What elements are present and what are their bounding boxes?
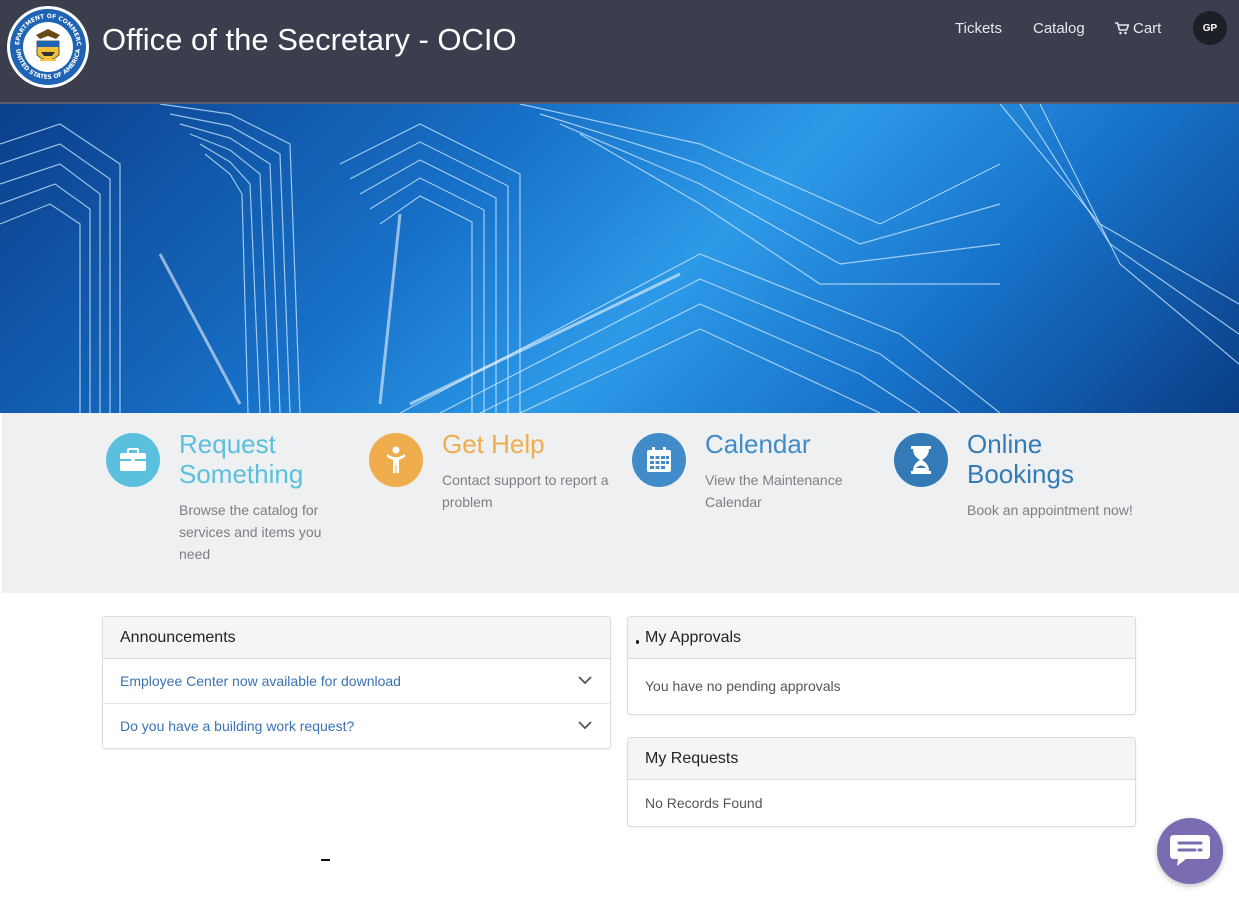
user-avatar[interactable]: GP [1193,11,1227,45]
tile-title[interactable]: Request Something [179,429,349,489]
calendar-icon [632,433,686,487]
chat-button[interactable] [1157,818,1223,884]
department-seal-logo[interactable]: DEPARTMENT OF COMMERCE UNITED STATES OF … [4,0,90,89]
requests-empty-text: No Records Found [645,795,763,811]
top-nav: Tickets Catalog Cart [0,20,1239,40]
tile-description: Contact support to report a problem [442,472,609,510]
stray-mark [321,859,330,861]
requests-panel: My Requests No Records Found [627,737,1136,827]
quick-links-band: Request Something Browse the catalog for… [2,413,1239,593]
briefcase-icon [106,433,160,487]
announcement-item[interactable]: Do you have a building work request? [103,704,610,748]
approvals-empty-text: You have no pending approvals [645,678,841,694]
hero-wireframe-graphic [0,104,1239,413]
person-icon [369,433,423,487]
announcement-link[interactable]: Do you have a building work request? [120,718,354,734]
hero-banner [0,104,1239,413]
chat-bubble-icon [1170,835,1210,866]
cart-icon [1115,22,1129,35]
chevron-down-icon[interactable] [577,672,593,688]
cursor-artifact [636,640,639,644]
tile-description: View the Maintenance Calendar [705,472,843,510]
nav-tickets-link[interactable]: Tickets [955,20,1002,37]
tile-title[interactable]: Calendar [705,429,875,459]
announcement-item[interactable]: Employee Center now available for downlo… [103,659,610,704]
tile-title[interactable]: Online Bookings [967,429,1137,489]
site-header: DEPARTMENT OF COMMERCE UNITED STATES OF … [0,0,1239,104]
approvals-panel: My Approvals You have no pending approva… [627,616,1136,715]
requests-title: My Requests [628,738,1135,780]
hourglass-icon [894,433,948,487]
announcements-title: Announcements [103,617,610,659]
approvals-title: My Approvals [628,617,1135,659]
nav-cart-link[interactable]: Cart [1115,20,1161,37]
nav-catalog-link[interactable]: Catalog [1033,20,1085,37]
announcement-link[interactable]: Employee Center now available for downlo… [120,673,401,689]
tile-title[interactable]: Get Help [442,429,612,459]
tile-description: Book an appointment now! [967,502,1133,518]
announcements-panel: Announcements Employee Center now availa… [102,616,611,749]
cart-label: Cart [1133,20,1162,37]
chevron-down-icon[interactable] [577,717,593,733]
tile-description: Browse the catalog for services and item… [179,502,322,562]
